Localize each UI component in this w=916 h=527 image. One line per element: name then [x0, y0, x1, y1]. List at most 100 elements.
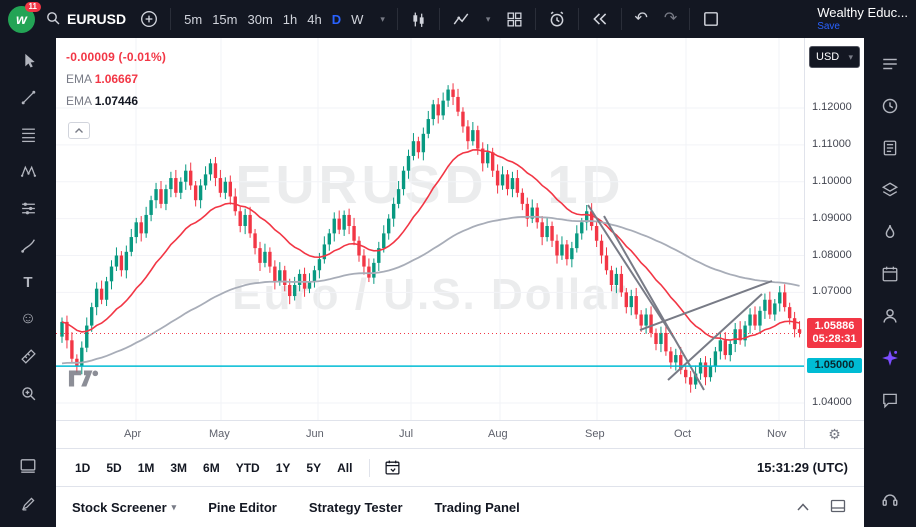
time-axis-label: Jun — [306, 428, 324, 440]
time-axis-label: May — [209, 428, 230, 440]
timeframe-30m[interactable]: 30m — [242, 8, 277, 31]
range-1d[interactable]: 1D — [68, 457, 97, 479]
symbol-search-button[interactable]: EURUSD — [43, 6, 128, 33]
range-all[interactable]: All — [330, 457, 359, 479]
symbol-label: EURUSD — [67, 11, 126, 27]
divider — [439, 8, 440, 30]
bottom-tabs: Stock Screener▾ Pine Editor Strategy Teste… — [72, 496, 520, 519]
timeframe-W[interactable]: W — [346, 8, 368, 31]
save-button[interactable]: Save — [817, 21, 840, 33]
timeframe-D[interactable]: D — [327, 8, 346, 31]
object-tree-icon[interactable] — [14, 454, 42, 478]
tab-trading-panel[interactable]: Trading Panel — [435, 496, 520, 519]
panel-controls — [794, 497, 848, 518]
ema-slow-value: 1.07446 — [95, 94, 138, 108]
range-5d[interactable]: 5D — [99, 457, 128, 479]
price-axis[interactable]: USD ▾ 1.120001.110001.100001.090001.0800… — [804, 38, 864, 420]
price-axis-label: 1.09000 — [812, 212, 852, 224]
bar-replay-icon[interactable] — [587, 6, 613, 32]
tradingview-logo[interactable] — [68, 369, 100, 394]
range-1y[interactable]: 1Y — [269, 457, 298, 479]
timeframe-group: 5m15m30m1h4hDW — [179, 8, 368, 31]
drawing-toolbar: T ☺ — [0, 38, 56, 527]
data-layers-icon[interactable] — [876, 178, 904, 202]
tab-stock-screener[interactable]: Stock Screener▾ — [72, 496, 176, 519]
alerts-clock-icon[interactable] — [876, 94, 904, 118]
calendar-icon[interactable] — [876, 262, 904, 286]
expand-panel-chevron-icon[interactable] — [794, 498, 812, 517]
range-ytd[interactable]: YTD — [229, 457, 267, 479]
user-avatar[interactable]: w 11 — [8, 6, 35, 33]
candlestick-chart — [56, 38, 804, 420]
help-headset-icon[interactable] — [876, 487, 904, 511]
layout-grid-icon[interactable] — [502, 7, 527, 32]
ema-fast-row[interactable]: EMA 1.06667 — [66, 72, 166, 86]
emoji-tool-icon[interactable]: ☺ — [14, 307, 42, 331]
time-axis-labels: AprMayJunJulAugSepOctNov — [56, 421, 804, 448]
zoom-tool-icon[interactable] — [14, 381, 42, 405]
fib-retracement-tool-icon[interactable] — [14, 122, 42, 146]
indicators-icon[interactable] — [448, 6, 474, 32]
go-to-date-icon[interactable] — [380, 455, 405, 480]
time-axis-label: Aug — [488, 428, 508, 440]
select-layout-icon[interactable] — [698, 6, 724, 32]
candles — [60, 83, 801, 392]
journal-icon[interactable] — [876, 136, 904, 160]
range-6m[interactable]: 6M — [196, 457, 227, 479]
timeframe-4h[interactable]: 4h — [302, 8, 326, 31]
ai-sparkle-icon[interactable] — [876, 346, 904, 370]
indicators-chevron[interactable]: ▾ — [482, 10, 495, 29]
chart-style-icon[interactable] — [406, 7, 431, 32]
undo-icon[interactable]: ↶ — [630, 7, 651, 31]
ideas-person-icon[interactable] — [876, 304, 904, 328]
tab-label: Strategy Tester — [309, 500, 403, 515]
time-axis-label: Jul — [399, 428, 413, 440]
chart-settings-gear-icon[interactable]: ⚙ — [804, 421, 864, 448]
chart-canvas[interactable]: EURUSD · 1D Euro / U.S. Dollar -0.00009 … — [56, 38, 804, 420]
divider — [578, 8, 579, 30]
chart-column: EURUSD · 1D Euro / U.S. Dollar -0.00009 … — [56, 38, 864, 527]
time-axis[interactable]: AprMayJunJulAugSepOctNov ⚙ — [56, 420, 864, 448]
text-tool-icon[interactable]: T — [14, 270, 42, 294]
price-axis-label: 1.04000 — [812, 396, 852, 408]
price-axis-label: 1.07000 — [812, 285, 852, 297]
divider — [397, 8, 398, 30]
measure-tool-icon[interactable] — [14, 344, 42, 368]
ema-slow-row[interactable]: EMA 1.07446 — [66, 94, 166, 108]
divider — [689, 8, 690, 30]
horizontal-lines[interactable] — [56, 333, 804, 366]
chart-and-axis: EURUSD · 1D Euro / U.S. Dollar -0.00009 … — [56, 38, 864, 420]
timeframe-1h[interactable]: 1h — [278, 8, 302, 31]
range-1m[interactable]: 1M — [131, 457, 162, 479]
tab-pine-editor[interactable]: Pine Editor — [208, 496, 277, 519]
panel-layout-icon[interactable] — [828, 497, 848, 518]
clock[interactable]: 15:31:29 (UTC) — [757, 460, 852, 475]
timeframe-5m[interactable]: 5m — [179, 8, 207, 31]
notification-badge: 11 — [25, 2, 41, 13]
cursor-tool-icon[interactable] — [14, 48, 42, 72]
brush-tool-icon[interactable] — [14, 233, 42, 257]
range-3m[interactable]: 3M — [163, 457, 194, 479]
redo-icon[interactable]: ↷ — [660, 7, 681, 31]
time-axis-label: Oct — [674, 428, 691, 440]
layout-account-block[interactable]: Wealthy Educ... Save — [817, 6, 908, 32]
watchlist-icon[interactable] — [876, 52, 904, 76]
time-axis-label: Nov — [767, 428, 787, 440]
hotlists-flame-icon[interactable] — [876, 220, 904, 244]
tab-strategy-tester[interactable]: Strategy Tester — [309, 496, 403, 519]
price-axis-label: 1.11000 — [812, 138, 851, 150]
compare-add-symbol-button[interactable] — [136, 6, 162, 32]
timeframe-15m[interactable]: 15m — [207, 8, 242, 31]
prediction-tool-icon[interactable] — [14, 196, 42, 220]
range-5y[interactable]: 5Y — [299, 457, 328, 479]
currency-toggle[interactable]: USD ▾ — [809, 46, 860, 68]
xabcd-pattern-tool-icon[interactable] — [14, 159, 42, 183]
divider — [369, 459, 370, 477]
interval-menu-chevron[interactable]: ▾ — [376, 10, 389, 29]
alert-icon[interactable] — [544, 6, 570, 32]
trend-line-tool-icon[interactable] — [14, 85, 42, 109]
price-change-text: -0.00009 (-0.01%) — [66, 50, 166, 64]
chat-icon[interactable] — [876, 388, 904, 412]
edit-pencil-icon[interactable] — [14, 491, 42, 515]
collapse-legend-button[interactable] — [68, 122, 90, 139]
